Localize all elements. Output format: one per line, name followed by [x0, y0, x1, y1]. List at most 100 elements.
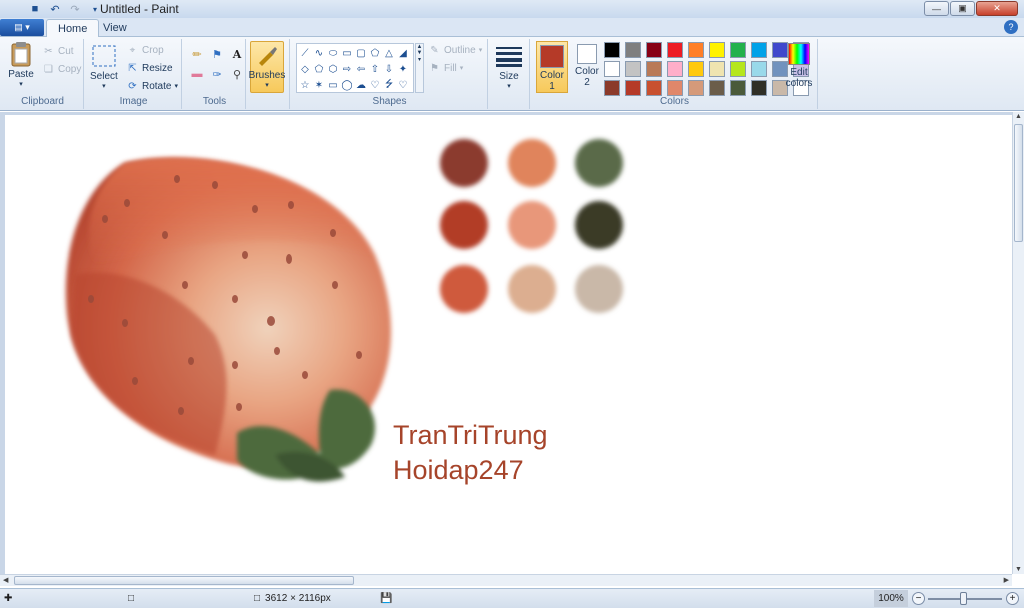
copy-icon: ❏	[44, 63, 53, 75]
six-point-star-shape-icon[interactable]: ✶	[312, 77, 326, 93]
paint-menu-button[interactable]: ▤ ▾	[0, 19, 44, 36]
lightning-shape-icon[interactable]: ⭍	[382, 77, 396, 93]
pentagon-shape-icon[interactable]: ⬠	[312, 61, 326, 77]
select-rect-icon	[91, 43, 117, 69]
palette-swatch[interactable]	[751, 42, 767, 58]
fill-button[interactable]: ⚑ Fill ▾	[428, 60, 463, 76]
selection-size-icon: □	[128, 593, 135, 604]
palette-swatch[interactable]	[625, 42, 641, 58]
palette-swatch[interactable]	[604, 80, 620, 96]
fill-bucket-icon[interactable]: ⚑	[208, 45, 226, 63]
minimize-button[interactable]: —	[924, 1, 949, 16]
oval-callout-shape-icon[interactable]: ◯	[340, 77, 354, 93]
size-button[interactable]: Size ▾	[496, 43, 522, 90]
rotate-button[interactable]: ⟳ Rotate ▾	[126, 78, 178, 94]
line-shape-icon[interactable]: ⟋	[298, 45, 312, 61]
four-point-star-shape-icon[interactable]: ✦	[396, 61, 410, 77]
vertical-scroll-thumb[interactable]	[1014, 124, 1023, 242]
heart-shape-icon[interactable]: ♡	[368, 77, 382, 93]
palette-swatch[interactable]	[646, 61, 662, 77]
pencil-icon[interactable]: ✏	[188, 45, 206, 63]
scroll-up-icon[interactable]: ▲	[1015, 113, 1022, 120]
color-picker-icon[interactable]: ✑	[208, 65, 226, 83]
down-arrow-shape-icon[interactable]: ⇩	[382, 61, 396, 77]
rounded-rectangle-shape-icon[interactable]: ▢	[354, 45, 368, 61]
palette-swatch[interactable]	[751, 80, 767, 96]
palette-swatch[interactable]	[688, 80, 704, 96]
shapes-scrollbar[interactable]: ▲ ▼ ▾	[415, 43, 424, 93]
palette-swatch[interactable]	[709, 80, 725, 96]
palette-swatch[interactable]	[730, 61, 746, 77]
color2-number: 2	[584, 77, 590, 88]
palette-swatch[interactable]	[667, 80, 683, 96]
text-tool-icon[interactable]: A	[228, 45, 246, 63]
close-button[interactable]: ✕	[976, 1, 1018, 16]
palette-swatch[interactable]	[688, 61, 704, 77]
cursor-position-icon: ✚	[4, 593, 13, 604]
zoom-out-button[interactable]: −	[912, 592, 925, 605]
paste-button[interactable]: Paste ▾	[8, 41, 34, 88]
edit-colors-button[interactable]: Edit colors	[782, 43, 816, 89]
scroll-right-icon[interactable]: ▶	[1004, 576, 1009, 584]
color1-swatch	[540, 45, 564, 68]
copy-button[interactable]: ❏ Copy	[42, 61, 81, 77]
select-button[interactable]: Select ▾	[90, 43, 118, 90]
polygon-shape-icon[interactable]: ⬠	[368, 45, 382, 61]
magnifier-icon[interactable]: ⚲	[228, 65, 246, 83]
hexagon-shape-icon[interactable]: ⬡	[326, 61, 340, 77]
eraser-icon[interactable]: ▬	[188, 65, 206, 83]
brushes-button[interactable]: Brushes ▾	[249, 41, 285, 93]
scroll-down-icon[interactable]: ▼	[1015, 566, 1022, 573]
palette-swatch[interactable]	[646, 80, 662, 96]
tab-view[interactable]: View	[92, 19, 138, 38]
outline-button[interactable]: ✎ Outline ▾	[428, 42, 482, 58]
palette-swatch[interactable]	[667, 61, 683, 77]
palette-swatch[interactable]	[730, 80, 746, 96]
palette-swatch[interactable]	[625, 61, 641, 77]
palette-swatch[interactable]	[646, 42, 662, 58]
palette-swatch[interactable]	[730, 42, 746, 58]
diamond-shape-icon[interactable]: ◇	[298, 61, 312, 77]
cloud-callout-shape-icon[interactable]: ☁	[354, 77, 368, 93]
drawing-canvas[interactable]: TranTriTrung Hoidap247	[5, 115, 1012, 574]
color2-button[interactable]: Color 2	[572, 44, 602, 88]
image-size-item: □ 3612 × 2116px	[254, 593, 331, 604]
palette-swatch[interactable]	[604, 42, 620, 58]
resize-button[interactable]: ⇱ Resize	[126, 60, 173, 76]
right-arrow-shape-icon[interactable]: ⇨	[340, 61, 354, 77]
heart-callout-shape-icon[interactable]: ♡	[396, 77, 410, 93]
undo-icon[interactable]: ↶	[48, 2, 62, 16]
triangle-shape-icon[interactable]: △	[382, 45, 396, 61]
zoom-slider-thumb[interactable]	[960, 592, 967, 605]
five-point-star-shape-icon[interactable]: ☆	[298, 77, 312, 93]
palette-swatch[interactable]	[604, 61, 620, 77]
palette-swatch[interactable]	[625, 80, 641, 96]
cut-button[interactable]: ✂ Cut	[42, 43, 73, 59]
rectangle-shape-icon[interactable]: ▭	[340, 45, 354, 61]
color1-button[interactable]: Color 1	[536, 41, 568, 93]
scroll-left-icon[interactable]: ◀	[3, 576, 8, 584]
oval-shape-icon[interactable]: ⬭	[326, 45, 340, 61]
rect-callout-shape-icon[interactable]: ▭	[326, 77, 340, 93]
palette-swatch[interactable]	[688, 42, 704, 58]
redo-icon[interactable]: ↷	[68, 2, 82, 16]
crop-button[interactable]: ⌖ Crop	[126, 42, 164, 58]
horizontal-scrollbar[interactable]: ◀ ▶	[0, 574, 1012, 586]
save-icon[interactable]: ■	[28, 2, 42, 16]
palette-swatch[interactable]	[667, 42, 683, 58]
maximize-button[interactable]: ▣	[950, 1, 975, 16]
horizontal-scroll-thumb[interactable]	[14, 576, 354, 585]
up-arrow-shape-icon[interactable]: ⇧	[368, 61, 382, 77]
zoom-in-button[interactable]: +	[1006, 592, 1019, 605]
left-arrow-shape-icon[interactable]: ⇦	[354, 61, 368, 77]
chevron-down-icon: ▾	[478, 47, 483, 54]
help-icon[interactable]: ?	[1004, 20, 1018, 34]
curve-shape-icon[interactable]: ∿	[312, 45, 326, 61]
palette-swatch[interactable]	[709, 42, 725, 58]
size-label: Size	[499, 71, 519, 82]
vertical-scrollbar[interactable]: ▲ ▼	[1012, 112, 1024, 574]
resize-label: Resize	[142, 62, 173, 74]
right-triangle-shape-icon[interactable]: ◢	[396, 45, 410, 61]
palette-swatch[interactable]	[751, 61, 767, 77]
palette-swatch[interactable]	[709, 61, 725, 77]
